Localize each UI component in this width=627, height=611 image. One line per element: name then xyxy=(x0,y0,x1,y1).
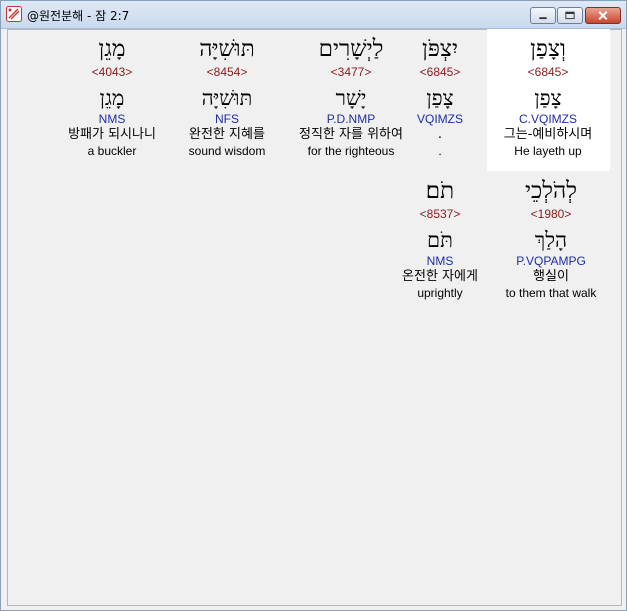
parsing-code: NMS xyxy=(426,254,454,268)
strong-number[interactable]: <3477> xyxy=(299,65,403,79)
hebrew-word: תֹם׃ xyxy=(425,178,455,204)
word-block[interactable]: יִצְפֹּן <6845> צָפַן VQIMZS . . xyxy=(417,34,463,159)
korean-gloss: 행실이 xyxy=(533,269,569,284)
strong-number[interactable]: <8454> xyxy=(189,65,266,79)
hebrew-word: תּוּשִׁיָּה xyxy=(199,36,255,62)
parsing-code: NMS xyxy=(98,112,126,126)
english-gloss: . xyxy=(438,144,442,158)
close-button[interactable] xyxy=(585,7,621,24)
english-gloss: He layeth up xyxy=(514,144,582,158)
window-title: @원전분해 - 잠 2:7 xyxy=(27,9,130,23)
app-icon xyxy=(6,6,22,22)
korean-gloss: 완전한 지혜를 xyxy=(189,127,265,142)
strong-number[interactable]: <6845> xyxy=(417,65,463,79)
word-block[interactable]: לַיְשָׁרִים <3477> יָשָׁר P.D.NMP 정직한 자를… xyxy=(299,34,403,159)
hebrew-root: יָשָׁר xyxy=(335,86,367,110)
strong-number[interactable]: <1980> xyxy=(506,207,597,221)
hebrew-word: יִצְפֹּן xyxy=(421,36,458,62)
hebrew-root: תֹּם xyxy=(427,228,453,252)
word-block[interactable]: מָגֵן <4043> מָגֵן NMS 방패가 되시나니 a buckle… xyxy=(68,34,156,159)
title-bar[interactable]: @원전분해 - 잠 2:7 xyxy=(1,1,626,29)
korean-gloss: 그는-예비하시며 xyxy=(503,127,593,142)
hebrew-word: לַיְשָׁרִים xyxy=(318,36,384,62)
parsing-code: NFS xyxy=(215,112,239,126)
hebrew-root: צָפַן xyxy=(534,86,562,110)
close-icon xyxy=(598,11,608,21)
hebrew-root: צָפַן xyxy=(426,86,454,110)
strong-number[interactable]: <4043> xyxy=(68,65,156,79)
korean-gloss: . xyxy=(437,127,443,142)
strong-number[interactable]: <6845> xyxy=(504,65,592,79)
korean-gloss: 온전한 자에게 xyxy=(402,269,478,284)
word-block[interactable]: תּוּשִׁיָּה <8454> תּוּשִׁיָּה NFS 완전한 지… xyxy=(189,34,266,159)
english-gloss: for the righteous xyxy=(307,144,395,158)
hebrew-word: מָגֵן xyxy=(98,36,126,62)
minimize-icon xyxy=(539,17,547,20)
parsing-code: P.VQPAMPG xyxy=(516,254,586,268)
strong-number[interactable]: <8537> xyxy=(402,207,478,221)
app-window: @원전분해 - 잠 2:7 וְצָפַן <6845> צָפַן C.VQI… xyxy=(0,0,627,611)
english-gloss: to them that walk xyxy=(505,286,597,300)
english-gloss: uprightly xyxy=(417,286,463,300)
maximize-button[interactable] xyxy=(557,7,583,24)
parsing-code: P.D.NMP xyxy=(326,112,376,126)
hebrew-root: הָלַךְ xyxy=(534,228,568,252)
korean-gloss: 방패가 되시나니 xyxy=(68,127,156,142)
word-block[interactable]: לְהֹלְכֵי <1980> הָלַךְ P.VQPAMPG 행실이 to… xyxy=(506,176,597,301)
maximize-icon xyxy=(565,11,575,20)
korean-gloss: 정직한 자를 위하여 xyxy=(299,127,403,142)
hebrew-root: מָגֵן xyxy=(99,86,125,110)
hebrew-root: תּוּשִׁיָּה xyxy=(201,86,253,110)
parsing-code: VQIMZS xyxy=(416,112,464,126)
word-block[interactable]: וְצָפַן <6845> צָפַן C.VQIMZS 그는-예비하시며 H… xyxy=(504,34,592,159)
english-gloss: a buckler xyxy=(87,144,137,158)
hebrew-word: לְהֹלְכֵי xyxy=(524,178,578,204)
english-gloss: sound wisdom xyxy=(188,144,266,158)
minimize-button[interactable] xyxy=(530,7,556,24)
hebrew-word: וְצָפַן xyxy=(530,36,566,62)
word-block[interactable]: תֹם׃ <8537> תֹּם NMS 온전한 자에게 uprightly xyxy=(402,176,478,301)
parsing-code: C.VQIMZS xyxy=(518,112,578,126)
